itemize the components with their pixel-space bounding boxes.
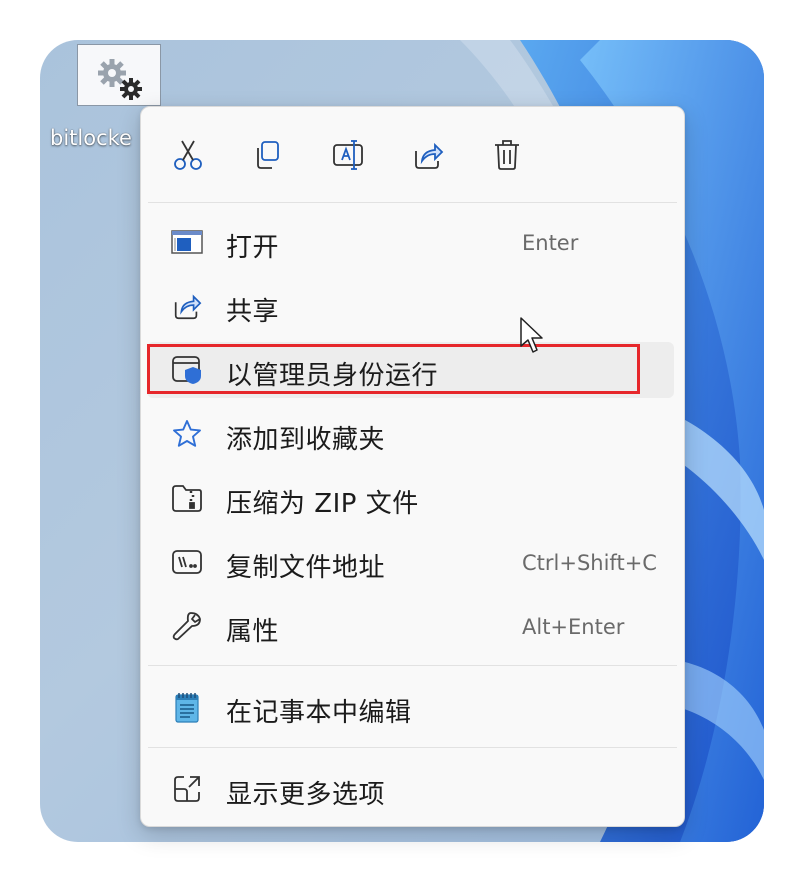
- menu-item-copy-path[interactable]: 复制文件地址 Ctrl+Shift+C: [147, 534, 674, 590]
- rename-icon: [333, 140, 363, 170]
- delete-button[interactable]: [487, 135, 527, 175]
- star-icon: [171, 418, 203, 450]
- copy-path-icon: [171, 546, 203, 578]
- context-menu-toolbar: [141, 107, 684, 203]
- highlight-annotation-box: [147, 344, 640, 394]
- show-more-icon: [171, 773, 203, 805]
- menu-item-label: 属性: [226, 617, 280, 647]
- menu-item-open[interactable]: 打开 Enter: [147, 214, 674, 270]
- delete-icon: [495, 140, 519, 170]
- copy-icon: [257, 141, 279, 169]
- divider: [148, 747, 677, 748]
- share-icon: [415, 142, 444, 169]
- mouse-cursor-icon: [520, 317, 543, 353]
- cut-icon: [174, 140, 202, 170]
- notepad-icon: [171, 691, 203, 723]
- menu-item-label: 在记事本中编辑: [226, 698, 412, 728]
- menu-item-edit-in-notepad[interactable]: 在记事本中编辑: [147, 679, 674, 735]
- open-window-icon: [171, 226, 203, 258]
- share-button[interactable]: [408, 135, 448, 175]
- menu-item-compress-zip[interactable]: 压缩为 ZIP 文件: [147, 470, 674, 526]
- menu-item-label: 显示更多选项: [226, 780, 386, 810]
- menu-item-show-more-options[interactable]: 显示更多选项: [147, 761, 674, 817]
- desktop-shortcut-icon[interactable]: [77, 44, 161, 106]
- menu-item-add-to-favorites[interactable]: 添加到收藏夹: [147, 406, 674, 462]
- menu-item-shortcut: Ctrl+Shift+C: [522, 551, 657, 575]
- menu-item-label: 共享: [226, 297, 280, 327]
- desktop-shortcut-label[interactable]: bitlocke: [50, 126, 132, 150]
- menu-item-properties[interactable]: 属性 Alt+Enter: [147, 598, 674, 654]
- menu-item-shortcut: Alt+Enter: [522, 615, 625, 639]
- menu-item-shortcut: Enter: [522, 231, 579, 255]
- wrench-icon: [171, 610, 203, 642]
- gear-settings-icon: [98, 59, 142, 100]
- divider: [148, 665, 677, 666]
- menu-item-share[interactable]: 共享: [147, 278, 674, 334]
- menu-item-label: 添加到收藏夹: [226, 425, 386, 455]
- menu-item-label: 压缩为 ZIP 文件: [226, 489, 419, 519]
- context-menu: 打开 Enter 共享 以管理员身份运行 添加到收藏夹 压缩为 ZIP 文件 复…: [140, 106, 685, 827]
- zip-folder-icon: [171, 482, 203, 514]
- share-icon: [171, 290, 203, 322]
- cut-button[interactable]: [168, 135, 208, 175]
- rename-button[interactable]: [328, 135, 368, 175]
- copy-button[interactable]: [247, 135, 287, 175]
- menu-item-label: 复制文件地址: [226, 553, 386, 583]
- divider: [148, 202, 677, 203]
- menu-item-label: 打开: [226, 233, 280, 263]
